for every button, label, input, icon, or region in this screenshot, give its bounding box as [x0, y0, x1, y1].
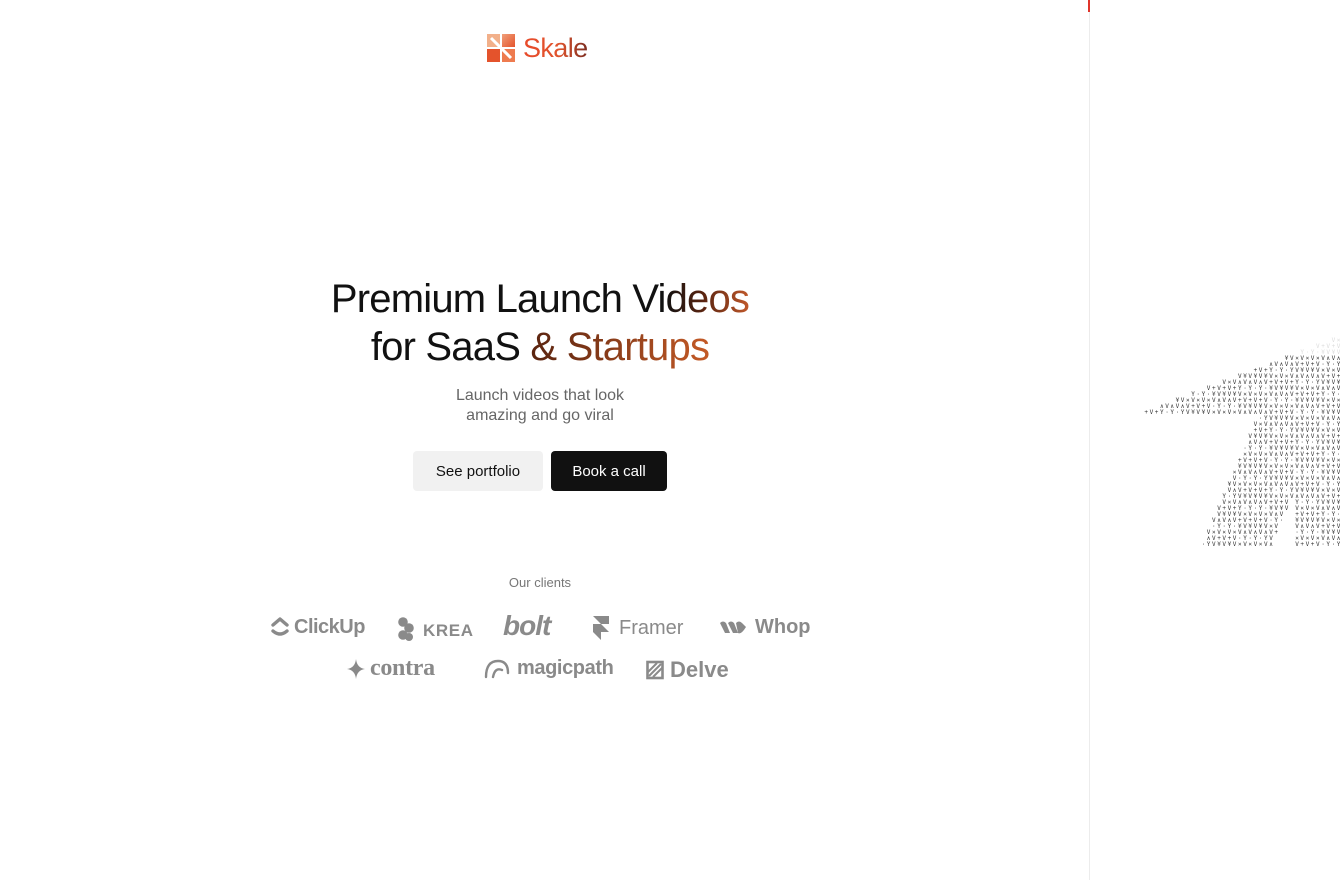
ascii-glyph: ¥	[1228, 541, 1232, 548]
bolt-logo-text: bolt	[503, 610, 551, 641]
whop-icon	[720, 621, 746, 633]
client-logo-delve: Delve	[646, 657, 729, 683]
hero-subtitle: Launch videos that look amazing and go v…	[0, 386, 1080, 426]
ascii-glyph: V	[1248, 409, 1252, 416]
ascii-glyph: V	[1150, 409, 1154, 416]
ascii-glyph: V	[1306, 541, 1310, 548]
magicpath-logo-text: magicpath	[517, 656, 614, 679]
ascii-glyph: ∧	[1269, 541, 1273, 548]
ascii-glyph: V	[1238, 409, 1242, 416]
client-logo-magicpath: magicpath	[483, 656, 614, 680]
ascii-glyph: Ÿ	[1326, 541, 1330, 548]
ascii-glyph: Ÿ	[1170, 409, 1174, 416]
ascii-glyph: ×	[1248, 541, 1252, 548]
ascii-glyph: ·	[1176, 409, 1180, 416]
ascii-glyph: ×	[1233, 409, 1237, 416]
ascii-glyph: ∧	[1254, 409, 1258, 416]
ascii-glyph: V	[1285, 505, 1289, 512]
ascii-glyph: +	[1274, 529, 1278, 536]
ascii-glyph: V	[1264, 541, 1268, 548]
clients-label: Our clients	[508, 575, 572, 590]
ascii-glyph: ×	[1259, 541, 1263, 548]
ascii-glyph: V	[1295, 541, 1299, 548]
hero-line1-text: Premium Launch Vi	[330, 277, 667, 321]
brand-logo-link[interactable]: Skale	[487, 34, 588, 62]
ascii-glyph: ¥	[1217, 541, 1221, 548]
ascii-glyph: ·	[1332, 541, 1336, 548]
ascii-glyph: +	[1144, 409, 1148, 416]
clickup-icon	[271, 617, 289, 636]
ascii-glyph: V	[1316, 541, 1320, 548]
framer-icon	[593, 616, 609, 640]
framer-logo-text: Framer	[619, 616, 684, 639]
client-logo-whop: Whop	[719, 616, 811, 639]
ascii-glyph: V	[1233, 541, 1237, 548]
ascii-glyph: +	[1311, 541, 1315, 548]
ascii-glyph: Ÿ	[1181, 409, 1185, 416]
ascii-glyph: V	[1222, 541, 1226, 548]
main-panel: Skale Premium Launch Videos for SaaS & S…	[0, 0, 1089, 880]
ascii-glyph: Ÿ	[1160, 409, 1164, 416]
ascii-glyph: ¥	[1202, 409, 1206, 416]
ascii-glyph: ×	[1222, 409, 1226, 416]
ascii-glyph: +	[1300, 541, 1304, 548]
hero-title: Premium Launch Videos for SaaS & Startup…	[0, 275, 1080, 371]
ascii-glyph: V	[1207, 409, 1211, 416]
skale-mark-icon	[487, 34, 515, 62]
client-logo-framer: Framer	[592, 615, 683, 641]
ascii-glyph: V	[1290, 493, 1294, 500]
krea-logo-text: KREA	[423, 621, 474, 640]
delve-logo-text: Delve	[670, 657, 729, 682]
ascii-glyph: V	[1196, 409, 1200, 416]
book-call-button[interactable]: Book a call	[551, 451, 667, 491]
magicpath-icon	[484, 659, 510, 679]
client-logo-bolt: bolt	[503, 610, 551, 642]
see-portfolio-button[interactable]: See portfolio	[413, 451, 543, 491]
ascii-glyph: ·	[1165, 409, 1169, 416]
hero-subtitle-line1: Launch videos that look	[455, 387, 625, 404]
ascii-glyph: Ÿ	[1207, 541, 1211, 548]
hero-line1-accent: deos	[665, 277, 750, 321]
ascii-glyph: V	[1217, 409, 1221, 416]
ascii-glyph: ×	[1238, 541, 1242, 548]
whop-logo-text: Whop	[755, 616, 811, 638]
ascii-glyph: +	[1155, 409, 1159, 416]
ascii-shape-art: V×VV+V+V+Ÿ·Ÿ·¥V¥V¥¥V×V×V×V∧V∧V∧V∧V∧V+V+V…	[1144, 337, 1340, 548]
ascii-glyph: ¥	[1191, 409, 1195, 416]
ascii-glyph: ·	[1321, 541, 1325, 548]
contra-sparkle-icon	[347, 658, 365, 679]
ascii-art-panel: V×VV+V+V+Ÿ·Ÿ·¥V¥V¥¥V×V×V×V∧V∧V∧V∧V∧V+V+V…	[1090, 0, 1340, 880]
brand-name: Skale	[523, 32, 588, 63]
ascii-glyph: V	[1186, 409, 1190, 416]
contra-logo-text: contra	[370, 655, 435, 681]
clickup-logo-text: ClickUp	[294, 615, 365, 638]
krea-icon	[398, 617, 414, 641]
hero-line2-accent: & Startups	[530, 325, 710, 369]
ascii-glyph: ∧	[1243, 409, 1247, 416]
ascii-glyph: V	[1212, 541, 1216, 548]
client-logo-contra: contra	[346, 655, 435, 682]
client-logo-krea: KREA	[397, 616, 474, 642]
hero-line2-text: for SaaS	[370, 325, 531, 369]
ascii-glyph: ·	[1202, 541, 1206, 548]
ascii-glyph: ×	[1212, 409, 1216, 416]
ascii-glyph: ·	[1280, 517, 1284, 524]
delve-icon	[646, 660, 664, 680]
ascii-glyph: V	[1254, 541, 1258, 548]
ascii-glyph: V	[1228, 409, 1232, 416]
hero-subtitle-line2: amazing and go viral	[466, 407, 614, 424]
ascii-glyph: V	[1243, 541, 1247, 548]
client-logo-clickup: ClickUp	[270, 615, 365, 639]
